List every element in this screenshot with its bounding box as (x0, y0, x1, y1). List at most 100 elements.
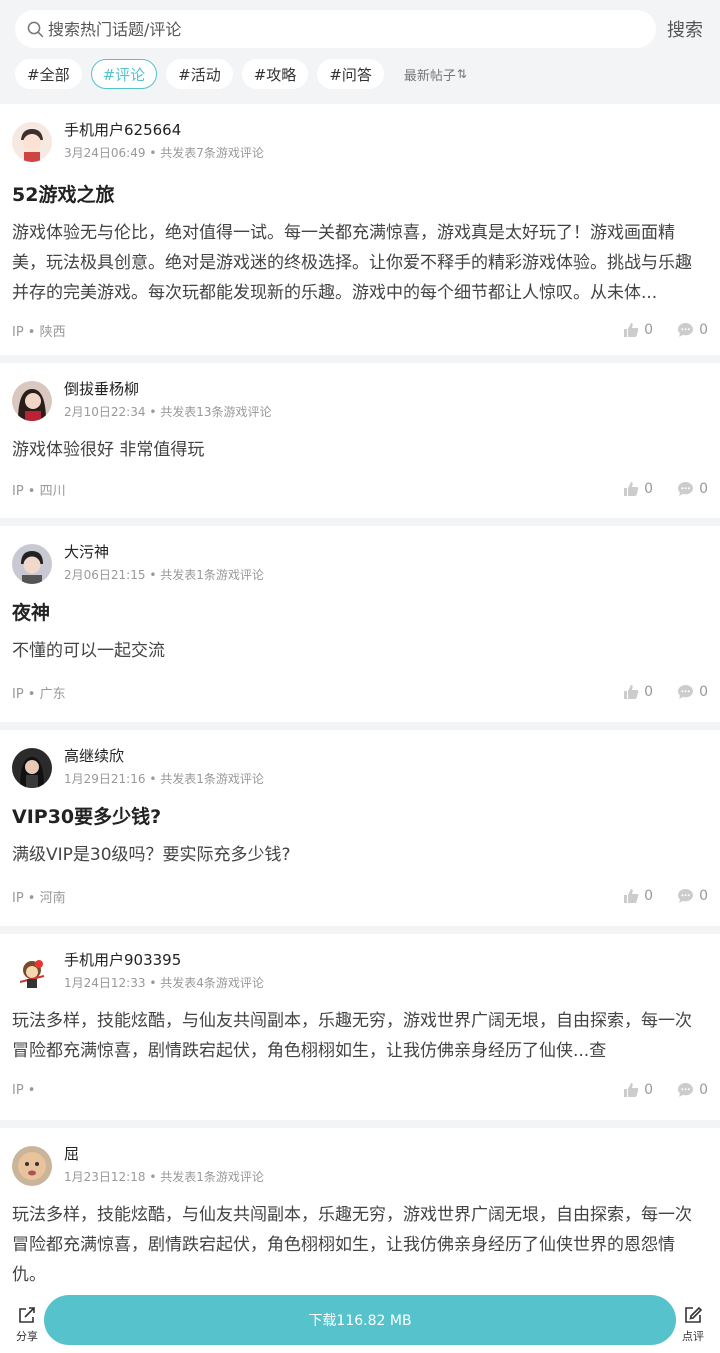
review-button[interactable]: 点评 (680, 1306, 706, 1344)
comment-bubble-icon (678, 889, 694, 903)
author-name[interactable]: 高继续欣 (64, 746, 264, 766)
post-body: 不懂的可以一起交流 (12, 641, 165, 661)
share-icon (19, 1307, 35, 1323)
comment-button[interactable]: 0 (677, 684, 708, 700)
separator (0, 355, 720, 363)
search-box[interactable] (15, 10, 656, 48)
comment-count: 0 (699, 684, 708, 700)
author-name[interactable]: 倒拔垂杨柳 (64, 379, 272, 399)
like-count: 0 (644, 481, 654, 497)
like-button[interactable]: 0 (623, 888, 653, 904)
author-meta: 1月23日12:18 • 共发表1条游戏评论 (64, 1170, 264, 1184)
review-count: 共发表1条游戏评论 (160, 772, 264, 786)
post-body: 游戏体验无与伦比，绝对值得一试。每一关都充满惊喜，游戏真是太好玩了！游戏画面精美… (12, 223, 692, 303)
download-button[interactable]: 下载116.82 MB (44, 1295, 676, 1345)
post-footer: IP • 河南 0 0 (12, 884, 708, 908)
separator (0, 1120, 720, 1128)
post-card[interactable]: 倒拔垂杨柳 2月10日22:34 • 共发表13条游戏评论 游戏体验很好 非常值… (0, 363, 720, 518)
comment-bubble-icon (678, 685, 694, 699)
post-card[interactable]: 手机用户625664 3月24日06:49 • 共发表7条游戏评论 52游戏之旅… (0, 104, 720, 355)
author-info: 手机用户903395 1月24日12:33 • 共发表4条游戏评论 (64, 950, 264, 991)
tag-guide[interactable]: #攻略 (241, 59, 309, 89)
author-name[interactable]: 屈 (64, 1144, 264, 1164)
search-row: 搜索 (15, 10, 720, 48)
post-header: 手机用户903395 1月24日12:33 • 共发表4条游戏评论 (12, 950, 708, 1006)
author-info: 手机用户625664 3月24日06:49 • 共发表7条游戏评论 (64, 120, 264, 161)
share-button[interactable]: 分享 (12, 1306, 42, 1344)
avatar[interactable] (12, 544, 52, 584)
like-button[interactable]: 0 (623, 481, 653, 497)
post-header: 大污神 2月06日21:15 • 共发表1条游戏评论 (12, 542, 708, 598)
bottom-action-bar: 分享 下载116.82 MB 点评 (0, 1286, 720, 1353)
thumbs-up-icon (624, 889, 639, 903)
post-time: 2月06日21:15 (64, 568, 146, 582)
search-button[interactable]: 搜索 (667, 16, 703, 42)
like-button[interactable]: 0 (623, 684, 653, 700)
avatar[interactable] (12, 381, 52, 421)
thumbs-up-icon (624, 323, 639, 337)
tag-review[interactable]: #评论 (90, 59, 158, 89)
ip-location: IP • 河南 (12, 890, 66, 906)
post-body: 满级VIP是30级吗？要实际充多少钱? (12, 845, 291, 865)
author-name[interactable]: 手机用户625664 (64, 120, 264, 140)
comment-button[interactable]: 0 (677, 322, 708, 338)
top-bar: 搜索 #全部 #评论 #活动 #攻略 #问答 最新帖子 ⇅ (0, 0, 720, 104)
post-card[interactable]: 大污神 2月06日21:15 • 共发表1条游戏评论 夜神 不懂的可以一起交流 … (0, 526, 720, 722)
thumbs-up-icon (624, 482, 639, 496)
like-count: 0 (644, 1082, 654, 1098)
post-title: 52游戏之旅 (12, 184, 115, 206)
comment-bubble-icon (678, 1083, 694, 1097)
avatar[interactable] (12, 122, 52, 162)
post-header: 倒拔垂杨柳 2月10日22:34 • 共发表13条游戏评论 (12, 379, 708, 435)
post-title: VIP30要多少钱? (12, 806, 162, 828)
comment-button[interactable]: 0 (677, 888, 708, 904)
like-count: 0 (644, 684, 654, 700)
author-info: 屈 1月23日12:18 • 共发表1条游戏评论 (64, 1144, 264, 1185)
separator (0, 926, 720, 934)
post-footer: IP • 广东 0 0 (12, 680, 708, 704)
ip-location: IP • 广东 (12, 686, 66, 702)
separator (0, 722, 720, 730)
like-count: 0 (644, 888, 654, 904)
post-title: 夜神 (12, 602, 51, 624)
sort-label: 最新帖子 (403, 68, 456, 84)
tag-event[interactable]: #活动 (166, 59, 233, 89)
post-header: 高继续欣 1月29日21:16 • 共发表1条游戏评论 (12, 746, 708, 802)
post-card[interactable]: 手机用户903395 1月24日12:33 • 共发表4条游戏评论 玩法多样，技… (0, 934, 720, 1120)
sort-icon: ⇅ (456, 67, 467, 81)
like-button[interactable]: 0 (623, 1082, 653, 1098)
post-footer: IP • 四川 0 0 (12, 477, 708, 501)
review-count: 共发表1条游戏评论 (160, 1170, 264, 1184)
post-body: 玩法多样，技能炫酷，与仙友共闯副本，乐趣无穷，游戏世界广阔无垠，自由探索，每一次… (12, 1205, 692, 1285)
post-time: 1月23日12:18 (64, 1170, 146, 1184)
comment-bubble-icon (678, 323, 694, 337)
sort-button[interactable]: 最新帖子 ⇅ (404, 65, 467, 84)
author-info: 高继续欣 1月29日21:16 • 共发表1条游戏评论 (64, 746, 264, 787)
post-header: 屈 1月23日12:18 • 共发表1条游戏评论 (12, 1144, 708, 1200)
review-label: 点评 (682, 1330, 704, 1343)
review-count: 共发表13条游戏评论 (160, 405, 272, 419)
separator (0, 518, 720, 526)
post-card[interactable]: 高继续欣 1月29日21:16 • 共发表1条游戏评论 VIP30要多少钱? 满… (0, 730, 720, 926)
post-body: 玩法多样，技能炫酷，与仙友共闯副本，乐趣无穷，游戏世界广阔无垠，自由探索，每一次… (12, 1011, 692, 1061)
like-count: 0 (644, 322, 654, 338)
edit-icon (685, 1306, 703, 1323)
author-meta: 3月24日06:49 • 共发表7条游戏评论 (64, 146, 264, 160)
author-meta: 2月06日21:15 • 共发表1条游戏评论 (64, 568, 264, 582)
avatar[interactable] (12, 748, 52, 788)
author-name[interactable]: 手机用户903395 (64, 950, 264, 970)
author-name[interactable]: 大污神 (64, 542, 264, 562)
search-icon (27, 21, 44, 37)
avatar[interactable] (12, 952, 52, 992)
comment-button[interactable]: 0 (677, 481, 708, 497)
like-button[interactable]: 0 (623, 322, 653, 338)
search-input[interactable] (48, 19, 608, 39)
tag-filter-row: #全部 #评论 #活动 #攻略 #问答 最新帖子 ⇅ (15, 59, 720, 89)
comment-button[interactable]: 0 (677, 1082, 708, 1098)
post-header: 手机用户625664 3月24日06:49 • 共发表7条游戏评论 (12, 120, 708, 176)
tag-all[interactable]: #全部 (15, 59, 82, 89)
avatar[interactable] (12, 1146, 52, 1186)
thumbs-up-icon (624, 685, 639, 699)
author-info: 大污神 2月06日21:15 • 共发表1条游戏评论 (64, 542, 264, 583)
tag-qa[interactable]: #问答 (317, 59, 384, 89)
